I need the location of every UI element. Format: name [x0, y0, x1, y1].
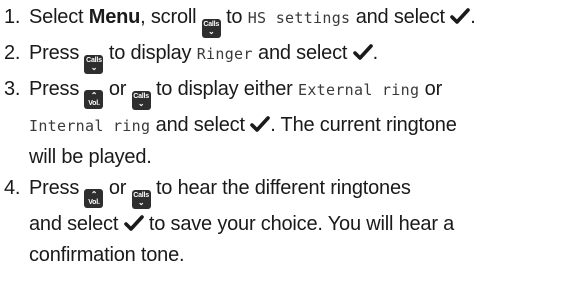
- step-text: confirmation tone.: [29, 244, 185, 266]
- lcd-text-external-ring: External ring: [298, 81, 420, 99]
- step-text: and select: [252, 42, 353, 64]
- step-text: or: [103, 177, 132, 199]
- step-text: to save your choice. You will hear a: [143, 213, 455, 235]
- step-text: to display: [103, 42, 197, 64]
- lcd-text-ringer: Ringer: [196, 45, 253, 63]
- step-number: 4.: [4, 177, 21, 199]
- step-text: to hear the different ringtones: [150, 177, 411, 199]
- step-text: Press: [29, 177, 85, 199]
- step-text: will be played.: [29, 146, 152, 168]
- step-text: . The current ringtone: [270, 114, 457, 136]
- step-text: or: [103, 78, 132, 100]
- calls-down-key-icon: Calls ⌄: [84, 55, 104, 74]
- step-text: .: [372, 42, 379, 64]
- step-text: .: [470, 6, 476, 28]
- checkmark-icon: [352, 44, 373, 60]
- step-4: 4. Press ⌃ Vol. or Calls ⌄ to hear the dif…: [4, 173, 582, 271]
- checkmark-icon: [123, 215, 144, 231]
- calls-down-key-icon: Calls ⌄: [131, 190, 151, 209]
- step-number: 3.: [4, 78, 21, 100]
- step-number: 2.: [4, 42, 21, 64]
- step-text: and select: [29, 213, 124, 235]
- instruction-steps: 1. Select Menu, scroll Calls ⌄ to HS sett…: [4, 2, 582, 271]
- step-text: to: [220, 6, 248, 28]
- lcd-text-hs-settings: HS settings: [247, 9, 351, 27]
- calls-down-key-icon: Calls ⌄: [131, 91, 151, 110]
- step-text: Press: [29, 78, 85, 100]
- lcd-text-internal-ring: Internal ring: [29, 117, 151, 135]
- step-text: and select: [350, 6, 451, 28]
- step-1: 1. Select Menu, scroll Calls ⌄ to HS sett…: [4, 2, 582, 38]
- checkmark-icon: [450, 8, 471, 24]
- step-text: to display either: [150, 78, 298, 100]
- step-text: Press: [29, 42, 85, 64]
- menu-key-label: Menu: [88, 6, 141, 28]
- step-2: 2. Press Calls ⌄ to display Ringer and se…: [4, 38, 582, 74]
- step-text: , scroll: [140, 6, 202, 28]
- vol-up-key-icon: ⌃ Vol.: [84, 90, 104, 109]
- step-3: 3. Press ⌃ Vol. or Calls ⌄ to display eith…: [4, 74, 582, 173]
- step-text: or: [419, 78, 443, 100]
- calls-down-key-icon: Calls ⌄: [201, 19, 221, 38]
- checkmark-icon: [250, 116, 271, 132]
- step-text: and select: [150, 114, 251, 136]
- vol-up-key-icon: ⌃ Vol.: [84, 189, 104, 208]
- step-text: Select: [29, 6, 89, 28]
- step-number: 1.: [4, 6, 21, 28]
